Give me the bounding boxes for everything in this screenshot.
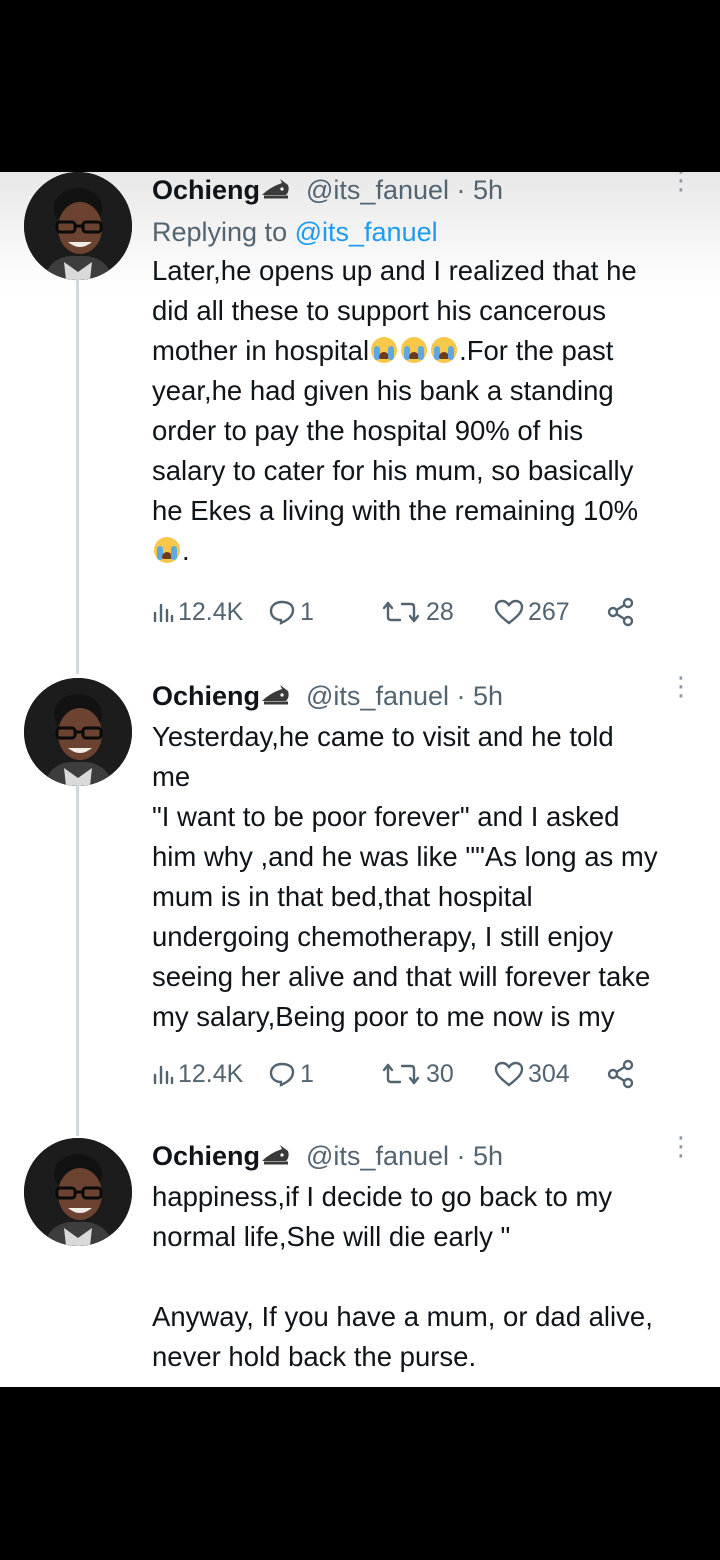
share-nodes-icon <box>607 597 634 627</box>
text-line: order to pay the hospital 90% of his <box>152 415 584 446</box>
text-line: seeing her alive and that will forever t… <box>152 961 651 992</box>
tweet-header: Ochieng @its_fanuel · 5h <box>152 679 697 715</box>
like-count: 304 <box>528 1059 570 1088</box>
tweet-header: Ochieng @its_fanuel · 5h <box>152 173 697 209</box>
replying-to-mention[interactable]: @its_fanuel <box>295 217 438 247</box>
author-handle[interactable]: @its_fanuel <box>306 1141 449 1171</box>
reply-count: 1 <box>300 597 314 626</box>
replying-to-label: Replying to <box>152 217 288 247</box>
tweet-time: · 5h <box>456 175 504 205</box>
like-button[interactable]: 304 <box>494 1054 570 1094</box>
text-line: normal life,She will die early " <box>152 1221 511 1252</box>
thread-line <box>76 276 79 674</box>
avatar[interactable] <box>24 678 132 786</box>
text-fragment: mother in hospital <box>152 335 370 366</box>
retweet-button[interactable]: 30 <box>380 1054 454 1094</box>
share-button[interactable] <box>606 592 640 632</box>
retweet-button[interactable]: 28 <box>380 592 454 632</box>
loudly-crying-face-emoji <box>401 337 428 363</box>
tweet-thread: Ochieng @its_fanuel · 5h Replying to @its… <box>0 172 720 1387</box>
views-count: 12.4K <box>178 1059 244 1088</box>
reply-button[interactable]: 1 <box>268 592 314 632</box>
retweet-count: 28 <box>426 597 454 626</box>
like-button[interactable]: 267 <box>494 592 570 632</box>
text-line: mum is in that bed,that hospital <box>152 881 533 912</box>
avatar[interactable] <box>24 1138 132 1246</box>
text-line: year,he had given his bank a standing <box>152 375 614 406</box>
tweet-time: · 5h <box>456 1141 504 1171</box>
text-line: never hold back the purse. <box>152 1341 477 1372</box>
share-nodes-icon <box>607 1059 634 1089</box>
bar-chart-icon <box>153 603 174 623</box>
text-line: did all these to support his cancerous <box>152 295 607 326</box>
avatar[interactable] <box>24 172 132 280</box>
text-line: happiness,if I decide to go back to my <box>152 1181 613 1212</box>
views-count: 12.4K <box>178 597 244 626</box>
author-handle[interactable]: @its_fanuel <box>306 681 449 711</box>
views-button[interactable]: 12.4K <box>152 592 243 632</box>
text-line <box>152 1257 697 1297</box>
text-line: me <box>152 761 191 792</box>
more-vertical-icon[interactable]: ⋮ <box>668 673 694 712</box>
text-line: salary to cater for his mum, so basicall… <box>152 455 634 486</box>
reply-button[interactable]: 1 <box>268 1054 314 1094</box>
speech-bubble-icon <box>269 600 295 625</box>
text-line: Yesterday,he came to visit and he told <box>152 721 614 752</box>
text-line: mother in hospital .For the past <box>152 331 697 371</box>
shark-badge-icon <box>260 681 292 715</box>
retweet-count: 30 <box>426 1059 454 1088</box>
like-count: 267 <box>528 597 570 626</box>
text-line: him why ,and he was like ""As long as my <box>152 841 658 872</box>
tweet-header: Ochieng @its_fanuel · 5h <box>152 1139 697 1175</box>
loudly-crying-face-emoji <box>431 337 458 363</box>
more-vertical-icon[interactable]: ⋮ <box>668 172 694 206</box>
text-fragment: . <box>182 535 190 566</box>
heart-icon <box>494 1061 524 1087</box>
tweet-text: Yesterday,he came to visit and he told m… <box>152 717 697 1037</box>
text-line: . <box>152 531 697 571</box>
tweet-text: Later,he opens up and I realized that he… <box>152 251 697 571</box>
tweet-actions: 12.4K 1 30 304 <box>152 1054 672 1094</box>
shark-badge-icon <box>260 1141 292 1175</box>
tweet-text: happiness,if I decide to go back to my n… <box>152 1177 697 1377</box>
share-button[interactable] <box>606 1054 640 1094</box>
author-handle[interactable]: @its_fanuel <box>306 175 449 205</box>
retweet-icon <box>382 601 420 623</box>
text-line: "I want to be poor forever" and I asked <box>152 801 620 832</box>
author-name[interactable]: Ochieng <box>152 1141 260 1171</box>
thread-line <box>76 786 79 1136</box>
text-fragment: .For the past <box>459 335 614 366</box>
reply-count: 1 <box>300 1059 314 1088</box>
text-line: my salary,Being poor to me now is my <box>152 1001 615 1032</box>
bar-chart-icon <box>153 1065 174 1085</box>
text-line: he Ekes a living with the remaining 10% <box>152 495 639 526</box>
tweet-time: · 5h <box>456 681 504 711</box>
shark-badge-icon <box>260 175 292 209</box>
text-line: Anyway, If you have a mum, or dad alive, <box>152 1301 653 1332</box>
more-vertical-icon[interactable]: ⋮ <box>668 1133 694 1172</box>
tweet-actions: 12.4K 1 28 267 <box>152 592 672 632</box>
text-line: Later,he opens up and I realized that he <box>152 255 637 286</box>
speech-bubble-icon <box>269 1062 295 1087</box>
views-button[interactable]: 12.4K <box>152 1054 243 1094</box>
heart-icon <box>494 599 524 625</box>
replying-to: Replying to @its_fanuel <box>152 215 697 249</box>
author-name[interactable]: Ochieng <box>152 175 260 205</box>
text-line: undergoing chemotherapy, I still enjoy <box>152 921 614 952</box>
loudly-crying-face-emoji <box>371 337 398 363</box>
loudly-crying-face-emoji <box>154 537 180 563</box>
retweet-icon <box>382 1063 420 1085</box>
author-name[interactable]: Ochieng <box>152 681 260 711</box>
